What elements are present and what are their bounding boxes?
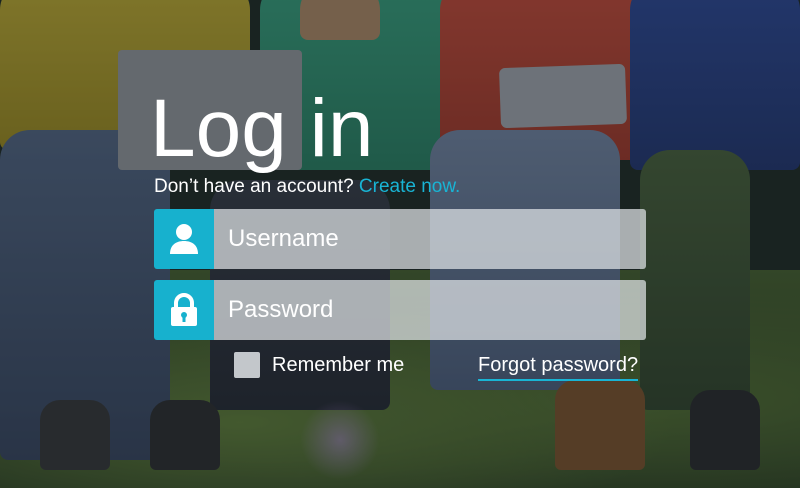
password-input[interactable] xyxy=(214,280,646,340)
username-input[interactable] xyxy=(214,209,646,269)
password-field xyxy=(154,280,646,340)
signup-prompt-text: Don’t have an account? xyxy=(154,176,354,197)
signup-prompt: Don’t have an account? Create now. xyxy=(154,176,460,198)
user-icon xyxy=(154,209,214,269)
page-title: Log in xyxy=(150,83,374,174)
remember-me-checkbox[interactable] xyxy=(234,352,260,378)
lock-icon xyxy=(154,280,214,340)
forgot-password-link[interactable]: Forgot password? xyxy=(478,354,639,381)
remember-me[interactable]: Remember me xyxy=(234,352,404,378)
remember-me-label: Remember me xyxy=(272,353,405,376)
username-field xyxy=(154,209,646,269)
create-account-link[interactable]: Create now. xyxy=(359,176,460,197)
